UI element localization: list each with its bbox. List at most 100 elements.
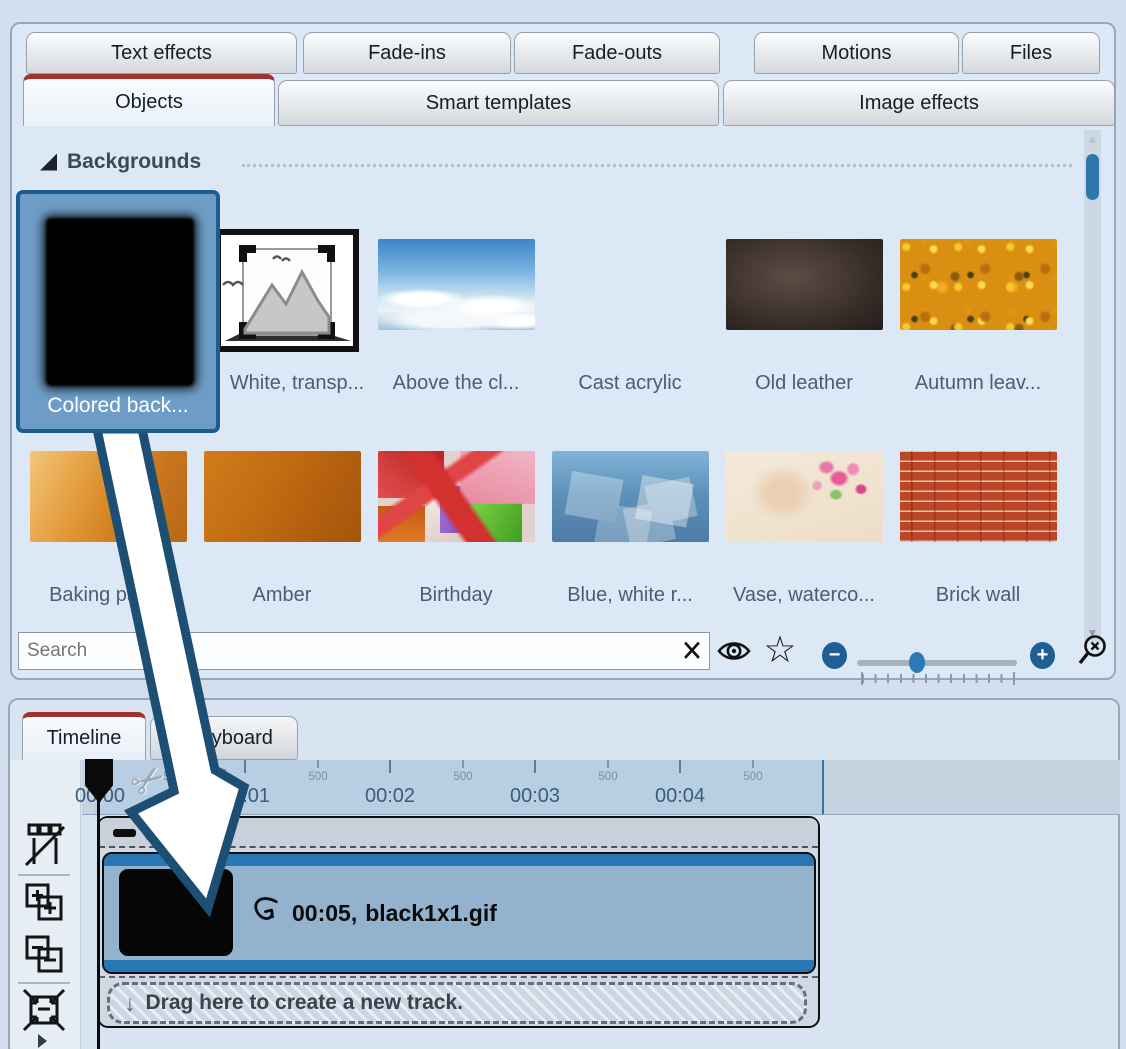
section-title: Backgrounds	[67, 150, 201, 174]
item-thumb-baking-paper[interactable]	[30, 451, 187, 542]
tab-label: Fade-ins	[368, 42, 446, 65]
minor-label: 500	[453, 771, 472, 783]
playhead-line	[97, 797, 100, 1049]
item-thumb-brick-wall[interactable]	[900, 451, 1057, 542]
reset-zoom-icon[interactable]	[1074, 632, 1112, 670]
library-scrollbar[interactable]: ▲ ▼	[1084, 130, 1101, 642]
item-label[interactable]: Amber	[192, 584, 372, 607]
time-label: 00:03	[510, 785, 560, 808]
slider-tick	[861, 672, 863, 685]
minor-tick	[607, 760, 609, 768]
tab-text-effects[interactable]: Text effects	[26, 32, 297, 74]
item-thumb-old-leather[interactable]	[726, 239, 883, 330]
item-label[interactable]: Vase, waterco...	[714, 584, 894, 607]
time-label: 00:04	[655, 785, 705, 808]
item-label[interactable]: Above the cl...	[366, 372, 546, 395]
item-label[interactable]: Birthday	[366, 584, 546, 607]
minor-tick	[172, 760, 174, 768]
item-thumb-above-the-clouds[interactable]	[378, 239, 535, 330]
scroll-up-icon[interactable]: ▲	[1084, 132, 1101, 146]
new-track-separator	[99, 976, 818, 978]
clear-search-icon[interactable]: ✕	[674, 630, 710, 672]
new-track-drop-zone[interactable]: ↓ Drag here to create a new track.	[107, 982, 807, 1024]
toolbar-divider	[18, 982, 70, 984]
shrink-timeline-icon[interactable]	[22, 988, 68, 1034]
major-tick	[679, 760, 681, 773]
tab-label: Image effects	[859, 92, 979, 115]
backgrounds-section-header[interactable]: Backgrounds	[40, 150, 201, 174]
tab-smart-templates[interactable]: Smart templates	[278, 80, 719, 126]
minor-tick	[462, 760, 464, 768]
tab-label: Storyboard	[175, 727, 273, 750]
tab-storyboard[interactable]: Storyboard	[150, 716, 298, 760]
minor-tick	[317, 760, 319, 768]
animation-curve-icon	[249, 894, 281, 937]
minor-label: 500	[598, 771, 617, 783]
item-label: Colored back...	[20, 394, 216, 418]
tab-label: Objects	[115, 91, 183, 114]
tab-label: Timeline	[47, 727, 122, 750]
slider-thumb[interactable]	[909, 652, 925, 673]
toolbar-divider	[18, 874, 70, 876]
insert-track-icon[interactable]	[22, 822, 68, 868]
minor-label: 500	[308, 771, 327, 783]
section-divider	[242, 164, 1072, 167]
track-1: 00:05, black1x1.gif ↓ Drag here to creat…	[97, 816, 820, 1028]
major-tick	[244, 760, 246, 773]
tab-fade-ins[interactable]: Fade-ins	[303, 32, 511, 74]
item-label[interactable]: Autumn leav...	[888, 372, 1068, 395]
track-options-icon[interactable]	[144, 821, 166, 843]
item-label[interactable]: Baking paper	[18, 584, 198, 607]
clip-duration: 00:05,	[292, 900, 357, 927]
item-thumb-amber[interactable]	[204, 451, 361, 542]
slider-tick	[1013, 672, 1015, 685]
clip-label: 00:05, black1x1.gif	[292, 854, 497, 972]
down-arrow-icon: ↓	[124, 990, 136, 1017]
item-label[interactable]: White, transp...	[207, 372, 387, 395]
minor-tick	[752, 760, 754, 768]
item-label[interactable]: Cast acrylic	[540, 372, 720, 395]
tab-objects[interactable]: Objects	[23, 74, 275, 126]
tab-fade-outs[interactable]: Fade-outs	[514, 32, 720, 74]
item-label[interactable]: Brick wall	[888, 584, 1068, 607]
collapse-triangle-icon	[40, 154, 57, 171]
tab-timeline[interactable]: Timeline	[22, 712, 146, 760]
timeline-ruler[interactable]: 00:00 00:01 00:02 00:03 00:04 500 500 50…	[82, 760, 1120, 815]
tab-files[interactable]: Files	[962, 32, 1100, 74]
time-label: 00:02	[365, 785, 415, 808]
item-thumb-autumn-leaves[interactable]	[900, 239, 1057, 330]
search-input[interactable]	[18, 632, 710, 670]
flyout-arrow-icon[interactable]	[38, 1034, 47, 1048]
preview-eye-icon[interactable]	[714, 634, 754, 668]
library-panel: Text effects Fade-ins Fade-outs Motions …	[10, 22, 1116, 680]
item-thumb-cast-acrylic[interactable]	[552, 239, 709, 330]
tab-image-effects[interactable]: Image effects	[723, 80, 1115, 126]
scrollbar-thumb[interactable]	[1086, 154, 1099, 200]
item-thumb-birthday[interactable]	[378, 451, 535, 542]
item-thumb-white-transparent[interactable]	[215, 229, 359, 352]
item-thumb-blue-white-rect[interactable]	[552, 451, 709, 542]
zoom-in-button[interactable]: +	[1030, 642, 1055, 669]
clip-black1x1[interactable]: 00:05, black1x1.gif	[102, 852, 816, 974]
drop-zone-hint: Drag here to create a new track.	[146, 991, 463, 1015]
black-color-thumb	[46, 218, 194, 386]
item-label[interactable]: Blue, white r...	[540, 584, 720, 607]
thumbnail-size-slider[interactable]	[857, 660, 1017, 666]
favorites-star-icon[interactable]: ☆	[760, 626, 800, 672]
timeline-panel: Timeline Storyboard	[8, 698, 1120, 1049]
collapse-all-tracks-icon[interactable]	[22, 932, 68, 978]
major-tick	[389, 760, 391, 773]
item-label[interactable]: Old leather	[714, 372, 894, 395]
item-thumb-vase-watercolor[interactable]	[726, 451, 883, 542]
minor-label: 500	[743, 771, 762, 783]
item-colored-background-selected[interactable]: Colored back...	[16, 190, 220, 433]
slider-ticks	[862, 674, 1014, 683]
zoom-out-button[interactable]: −	[822, 642, 847, 669]
tab-label: Fade-outs	[572, 42, 662, 65]
range-flags-icon[interactable]	[192, 764, 234, 801]
expand-all-tracks-icon[interactable]	[22, 880, 68, 926]
clip-thumbnail	[119, 869, 233, 956]
tab-motions[interactable]: Motions	[754, 32, 959, 74]
collapse-track-icon[interactable]	[113, 829, 136, 837]
tab-label: Smart templates	[426, 92, 572, 115]
